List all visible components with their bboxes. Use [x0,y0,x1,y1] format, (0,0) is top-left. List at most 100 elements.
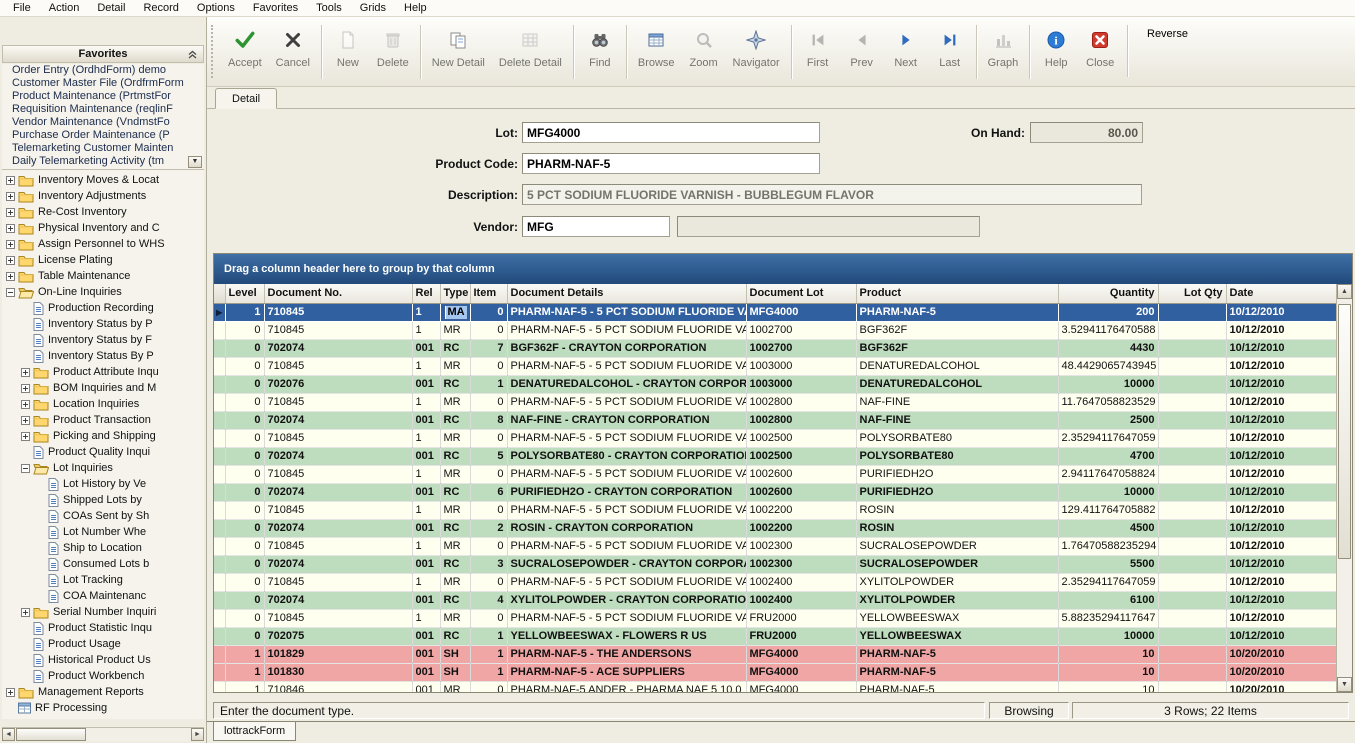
cell-item[interactable]: 0 [470,393,507,411]
tree-item-lot-inquiries[interactable]: Lot Inquiries [2,460,204,476]
cell-type[interactable]: SH [440,645,470,663]
toolbar-grip[interactable] [211,25,214,78]
table-row[interactable]: 07108451MR0PHARM-NAF-5 - 5 PCT SODIUM FL… [214,429,1336,447]
column-header-quantity[interactable]: Quantity [1058,284,1158,303]
cell-date[interactable]: 10/12/2010 [1226,303,1336,321]
group-by-bar[interactable]: Drag a column header here to group by th… [214,254,1352,284]
cell-doc[interactable]: 702074 [264,447,412,465]
collapse-minus-icon[interactable] [21,464,30,473]
cell-qty[interactable]: 4430 [1058,339,1158,357]
scrollbar-thumb[interactable] [1338,304,1351,559]
column-header-rel[interactable]: Rel [412,284,440,303]
table-row[interactable]: 07108451MR0PHARM-NAF-5 - 5 PCT SODIUM FL… [214,321,1336,339]
tree-item-product-statistic-inqu[interactable]: Product Statistic Inqu [2,620,204,636]
table-row[interactable]: 1101829001SH1PHARM-NAF-5 - THE ANDERSONS… [214,645,1336,663]
column-header-date[interactable]: Date [1226,284,1336,303]
cell-product[interactable]: NAF-FINE [856,393,1058,411]
cell-lotqty[interactable] [1158,375,1226,393]
table-row[interactable]: 1710846001MR0PHARM-NAF-5 ANDER - PHARMA … [214,681,1336,692]
column-header-lot-qty[interactable]: Lot Qty [1158,284,1226,303]
on-hand-input[interactable] [1030,122,1143,143]
help-button[interactable]: iHelp [1034,20,1078,84]
cancel-button[interactable]: Cancel [269,20,317,84]
expand-plus-icon[interactable] [6,176,15,185]
cell-item[interactable]: 0 [470,321,507,339]
cell-type[interactable]: RC [440,519,470,537]
table-row[interactable]: 07108451MR0PHARM-NAF-5 - 5 PCT SODIUM FL… [214,537,1336,555]
cell-rel[interactable]: 1 [412,465,440,483]
cell-product[interactable]: XYLITOLPOWDER [856,573,1058,591]
cell-details[interactable]: PHARM-NAF-5 - 5 PCT SODIUM FLUORIDE VARN… [507,321,746,339]
tree-item-inventory-moves-locat[interactable]: Inventory Moves & Locat [2,172,204,188]
cell-product[interactable]: SUCRALOSEPOWDER [856,555,1058,573]
cell-lot[interactable]: MFG4000 [746,681,856,692]
menu-item-tools[interactable]: Tools [307,1,351,15]
table-row[interactable]: 07108451MR0PHARM-NAF-5 - 5 PCT SODIUM FL… [214,357,1336,375]
cell-type[interactable]: RC [440,483,470,501]
cell-product[interactable]: XYLITOLPOWDER [856,591,1058,609]
cell-level[interactable]: 0 [225,609,264,627]
cell-date[interactable]: 10/12/2010 [1226,411,1336,429]
cell-details[interactable]: PURIFIEDH2O - CRAYTON CORPORATION [507,483,746,501]
cell-lot[interactable]: 1002200 [746,501,856,519]
cell-details[interactable]: PHARM-NAF-5 - 5 PCT SODIUM FLUORIDE VARN… [507,501,746,519]
cell-item[interactable]: 1 [470,645,507,663]
chevron-up-icon[interactable] [187,50,198,62]
cell-lotqty[interactable] [1158,591,1226,609]
cell-details[interactable]: SUCRALOSEPOWDER - CRAYTON CORPORATION [507,555,746,573]
cell-lotqty[interactable] [1158,483,1226,501]
cell-level[interactable]: 0 [225,429,264,447]
cell-lot[interactable]: 1002600 [746,483,856,501]
cell-level[interactable]: 1 [225,681,264,692]
find-button[interactable]: Find [578,20,622,84]
cell-qty[interactable]: 4500 [1058,519,1158,537]
tree-item-re-cost-inventory[interactable]: Re-Cost Inventory [2,204,204,220]
cell-doc[interactable]: 702075 [264,627,412,645]
cell-rel[interactable]: 1 [412,429,440,447]
cell-level[interactable]: 0 [225,483,264,501]
cell-product[interactable]: PHARM-NAF-5 [856,645,1058,663]
cell-lotqty[interactable] [1158,321,1226,339]
cell-rel[interactable]: 001 [412,627,440,645]
cell-level[interactable]: 0 [225,555,264,573]
cell-date[interactable]: 10/12/2010 [1226,519,1336,537]
cell-rel[interactable]: 1 [412,303,440,321]
cell-type[interactable]: RC [440,591,470,609]
cell-qty[interactable]: 6100 [1058,591,1158,609]
menu-item-options[interactable]: Options [188,1,244,15]
tree-item-consumed-lots-b[interactable]: Consumed Lots b [2,556,204,572]
cell-type[interactable]: MR [440,321,470,339]
new-button[interactable]: New [326,20,370,84]
cell-doc[interactable]: 710845 [264,429,412,447]
cell-details[interactable]: PHARM-NAF-5 - THE ANDERSONS [507,645,746,663]
scroll-down-icon[interactable]: ▼ [1337,677,1352,692]
cell-level[interactable]: 1 [225,663,264,681]
cell-date[interactable]: 10/12/2010 [1226,375,1336,393]
cell-lot[interactable]: 1002200 [746,519,856,537]
cell-date[interactable]: 10/12/2010 [1226,627,1336,645]
cell-date[interactable]: 10/12/2010 [1226,465,1336,483]
cell-level[interactable]: 0 [225,393,264,411]
expand-plus-icon[interactable] [21,416,30,425]
tree-item-coa-maintenanc[interactable]: COA Maintenanc [2,588,204,604]
cell-product[interactable]: ROSIN [856,501,1058,519]
next-button[interactable]: Next [884,20,928,84]
tree-item-production-recording[interactable]: Production Recording [2,300,204,316]
cell-details[interactable]: PHARM-NAF-5 - ACE SUPPLIERS [507,663,746,681]
table-row[interactable]: ▶17108451MA0PHARM-NAF-5 - 5 PCT SODIUM F… [214,303,1336,321]
cell-details[interactable]: PHARM-NAF-5 - 5 PCT SODIUM FLUORIDE VARN… [507,537,746,555]
tree-item-lot-number-whe[interactable]: Lot Number Whe [2,524,204,540]
cell-rel[interactable]: 001 [412,411,440,429]
cell-type[interactable]: RC [440,627,470,645]
cell-type[interactable]: MR [440,465,470,483]
cell-item[interactable]: 0 [470,573,507,591]
cell-lot[interactable]: MFG4000 [746,303,856,321]
cell-product[interactable]: YELLOWBEESWAX [856,627,1058,645]
cell-lot[interactable]: FRU2000 [746,609,856,627]
cell-doc[interactable]: 710845 [264,573,412,591]
cell-product[interactable]: SUCRALOSEPOWDER [856,537,1058,555]
expand-plus-icon[interactable] [6,688,15,697]
cell-date[interactable]: 10/12/2010 [1226,357,1336,375]
table-row[interactable]: 0702074001RC8NAF-FINE - CRAYTON CORPORAT… [214,411,1336,429]
cell-lot[interactable]: 1002700 [746,339,856,357]
